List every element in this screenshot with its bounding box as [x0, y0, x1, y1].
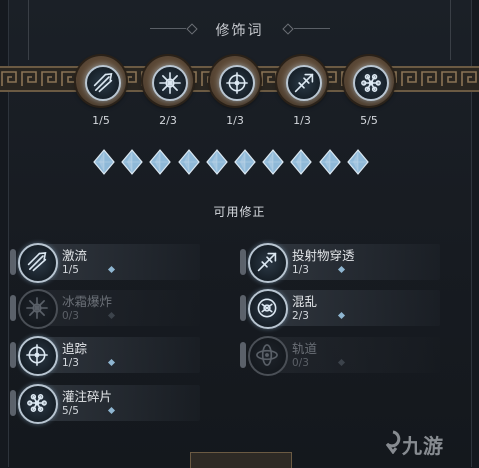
modifier-item[interactable]: 冰霜爆炸 0/3: [10, 287, 200, 329]
slot-knob: [240, 249, 246, 275]
modifier-count: 0/3: [62, 310, 79, 322]
slot-emblem: [353, 65, 389, 101]
slot-knob: [240, 295, 246, 321]
modifier-icon-frame: [248, 243, 288, 283]
diamond-gem-icon: [290, 149, 313, 175]
projectile-pierce-icon: [257, 252, 277, 272]
modifier-item[interactable]: 投射物穿透 1/3: [240, 241, 440, 283]
diamond-gem-icon: [177, 149, 200, 175]
modifier-name: 追踪: [62, 341, 88, 356]
modifier-gem: [318, 149, 341, 175]
slot-emblem: [85, 65, 121, 101]
modifier-gem: [347, 149, 369, 175]
modifier-name: 混乱: [292, 294, 318, 309]
slot-knob: [240, 342, 246, 368]
modifier-icon-frame: [18, 243, 58, 283]
modifier-name: 冰霜爆炸: [62, 294, 113, 309]
diamond-gem-icon: [121, 149, 143, 175]
modifier-item[interactable]: 追踪 1/3: [10, 334, 200, 376]
modifier-name: 灌注碎片: [62, 389, 113, 404]
frost-burst-icon: [159, 72, 181, 94]
diamond-gem-icon: [206, 149, 228, 175]
modifier-count: 1/3: [62, 357, 79, 369]
modifier-count: 5/5: [62, 405, 79, 417]
modifier-item[interactable]: 激流 1/5: [10, 241, 200, 283]
modifier-count: 1/3: [292, 264, 309, 276]
slot-ratio: 1/3: [226, 114, 244, 127]
panel-title: 修饰词: [215, 23, 264, 39]
modifier-slot[interactable]: [210, 56, 260, 106]
modifier-icon-frame: [18, 384, 58, 424]
modifier-icon-frame: [18, 336, 58, 376]
slot-emblem: [219, 65, 255, 101]
slot-emblem: [152, 65, 188, 101]
modifier-item[interactable]: 轨道 0/3: [240, 334, 440, 376]
diamond-gem-icon: [93, 149, 115, 175]
footer-ornament: [190, 452, 292, 468]
modifier-slot[interactable]: [143, 56, 193, 106]
slot-knob: [10, 249, 16, 275]
slot-knob: [10, 295, 16, 321]
diamond-gem-icon: [234, 149, 256, 175]
modifier-name: 轨道: [292, 341, 318, 356]
modifier-icon-frame: [248, 289, 288, 329]
modifier-icon-frame: [248, 336, 288, 376]
modifier-name: 投射物穿透: [292, 248, 355, 263]
diamond-gem-icon: [318, 149, 341, 175]
modifier-gem: [234, 149, 256, 175]
slot-emblem: [286, 65, 322, 101]
modifier-item[interactable]: 混乱 2/3: [240, 287, 440, 329]
modifier-gem: [262, 149, 284, 175]
slot-ratio: 2/3: [159, 114, 177, 127]
modifier-slot[interactable]: [76, 56, 126, 106]
tracking-compass-icon: [226, 72, 248, 94]
infused-shard-icon: [361, 74, 381, 92]
modifier-gem: [290, 149, 313, 175]
watermark-logo-icon: [385, 430, 401, 454]
stream-slash-icon: [27, 251, 47, 272]
modifier-slot[interactable]: [344, 56, 394, 106]
slot-ratio: 5/5: [360, 114, 378, 127]
modifier-count: 0/3: [292, 357, 309, 369]
modifier-gem: [177, 149, 200, 175]
diamond-gem-icon: [347, 149, 369, 175]
stream-slash-icon: [93, 72, 113, 93]
modifier-slot[interactable]: [277, 56, 327, 106]
modifier-gem: [121, 149, 143, 175]
modifier-gem: [149, 149, 172, 175]
watermark-text: 九游: [402, 434, 444, 458]
slot-ratio: 1/5: [92, 114, 110, 127]
modifier-count: 1/5: [62, 264, 79, 276]
modifier-count: 2/3: [292, 310, 309, 322]
modifier-icon-frame: [18, 289, 58, 329]
modifier-gem: [206, 149, 228, 175]
modifier-gem: [93, 149, 115, 175]
diamond-gem-icon: [262, 149, 284, 175]
infused-shard-icon: [27, 394, 47, 412]
slot-knob: [10, 342, 16, 368]
title-divider-right: [294, 28, 330, 29]
modifier-item[interactable]: 灌注碎片 5/5: [10, 382, 200, 424]
diamond-gem-icon: [149, 149, 172, 175]
chaos-icon: [257, 298, 277, 318]
slot-ratio: 1/3: [293, 114, 311, 127]
projectile-pierce-icon: [294, 73, 314, 93]
frost-burst-icon: [26, 297, 48, 319]
tracking-compass-icon: [26, 344, 48, 366]
available-modifiers-title: 可用修正: [213, 205, 266, 219]
orbit-icon: [256, 344, 278, 366]
modifier-name: 激流: [62, 248, 88, 263]
slot-knob: [10, 390, 16, 416]
